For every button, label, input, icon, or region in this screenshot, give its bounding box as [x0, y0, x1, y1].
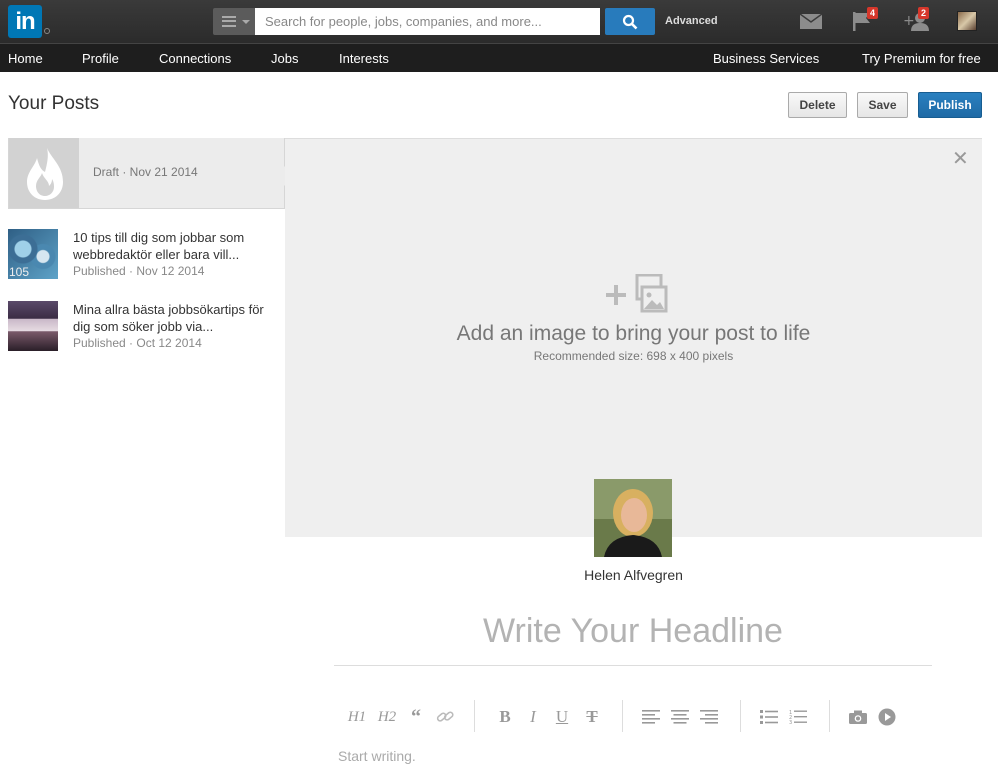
link-icon[interactable]: [436, 709, 454, 725]
invitations-badge: 2: [918, 7, 930, 19]
top-bar: in Advanced 4 + 2: [0, 0, 998, 43]
quote-button[interactable]: “: [404, 706, 428, 728]
bullet-list-icon[interactable]: [760, 710, 778, 724]
camera-icon[interactable]: [849, 710, 867, 724]
search-icon: [622, 14, 638, 30]
page-title: Your Posts: [8, 93, 100, 114]
nav-try-premium[interactable]: Try Premium for free: [862, 51, 981, 66]
linkedin-logo[interactable]: in: [8, 5, 42, 38]
nav-profile[interactable]: Profile: [82, 51, 119, 66]
nav-jobs[interactable]: Jobs: [271, 51, 298, 66]
draft-label: Draft · Nov 21 2014: [93, 165, 198, 179]
toolbar-separator: [474, 700, 475, 732]
nav-connections[interactable]: Connections: [159, 51, 231, 66]
heading2-button[interactable]: H2: [374, 706, 400, 728]
list-item[interactable]: 105 10 tips till dig som jobbar som webb…: [8, 229, 285, 281]
author-name: Helen Alfvegren: [584, 567, 683, 583]
post-thumbnail: [8, 301, 58, 351]
svg-text:3: 3: [789, 720, 792, 725]
nav-business-services[interactable]: Business Services: [713, 51, 819, 66]
post-meta: Published · Oct 12 2014: [73, 336, 202, 350]
draft-thumbnail: [9, 138, 79, 208]
headline-underline: [334, 665, 932, 666]
strikethrough-button[interactable]: T: [581, 706, 603, 728]
toolbar-separator: [740, 700, 741, 732]
draft-post-item[interactable]: Draft · Nov 21 2014: [8, 138, 285, 209]
thumbnail-caption: 105: [9, 265, 30, 279]
chevron-down-icon: [242, 20, 250, 24]
toolbar-separator: [622, 700, 623, 732]
avatar[interactable]: [957, 11, 977, 31]
search-category-dropdown[interactable]: [213, 8, 255, 35]
save-button[interactable]: Save: [857, 92, 908, 118]
bold-button[interactable]: B: [494, 706, 516, 728]
heading1-button[interactable]: H1: [344, 706, 370, 728]
post-body-input[interactable]: [338, 748, 738, 764]
align-center-icon[interactable]: [671, 710, 689, 724]
list-item[interactable]: Mina allra bästa jobbsökartips för dig s…: [8, 301, 285, 353]
align-left-icon[interactable]: [642, 710, 660, 724]
notifications-badge: 4: [867, 7, 879, 19]
numbered-list-icon[interactable]: 123: [789, 709, 807, 725]
post-title: 10 tips till dig som jobbar som webbreda…: [73, 230, 245, 262]
headline-input[interactable]: [334, 612, 932, 651]
publish-button[interactable]: Publish: [918, 92, 982, 118]
post-title: Mina allra bästa jobbsökartips för dig s…: [73, 302, 264, 334]
main-nav: Home Profile Connections Jobs Interests …: [0, 43, 998, 72]
menu-icon: [222, 16, 236, 27]
delete-button[interactable]: Delete: [788, 92, 847, 118]
recommended-size-text: Recommended size: 698 x 400 pixels: [533, 349, 734, 363]
search-input[interactable]: [255, 8, 600, 35]
nav-interests[interactable]: Interests: [339, 51, 389, 66]
add-image-text: Add an image to bring your post to life: [456, 322, 811, 345]
underline-button[interactable]: U: [551, 706, 573, 728]
registered-mark-icon: [44, 28, 50, 34]
close-icon[interactable]: ✕: [952, 149, 969, 169]
author-photo: [594, 479, 672, 557]
messages-icon[interactable]: [800, 14, 822, 29]
align-right-icon[interactable]: [700, 710, 718, 724]
search-button[interactable]: [605, 8, 655, 35]
italic-button[interactable]: I: [522, 706, 544, 728]
post-thumbnail: 105: [8, 229, 58, 279]
advanced-search-link[interactable]: Advanced: [665, 15, 718, 27]
post-meta: Published · Nov 12 2014: [73, 264, 205, 278]
video-icon[interactable]: [878, 708, 896, 726]
add-image-icon[interactable]: [604, 274, 668, 316]
nav-home[interactable]: Home: [8, 51, 43, 66]
toolbar-separator: [829, 700, 830, 732]
flame-icon: [27, 148, 63, 200]
